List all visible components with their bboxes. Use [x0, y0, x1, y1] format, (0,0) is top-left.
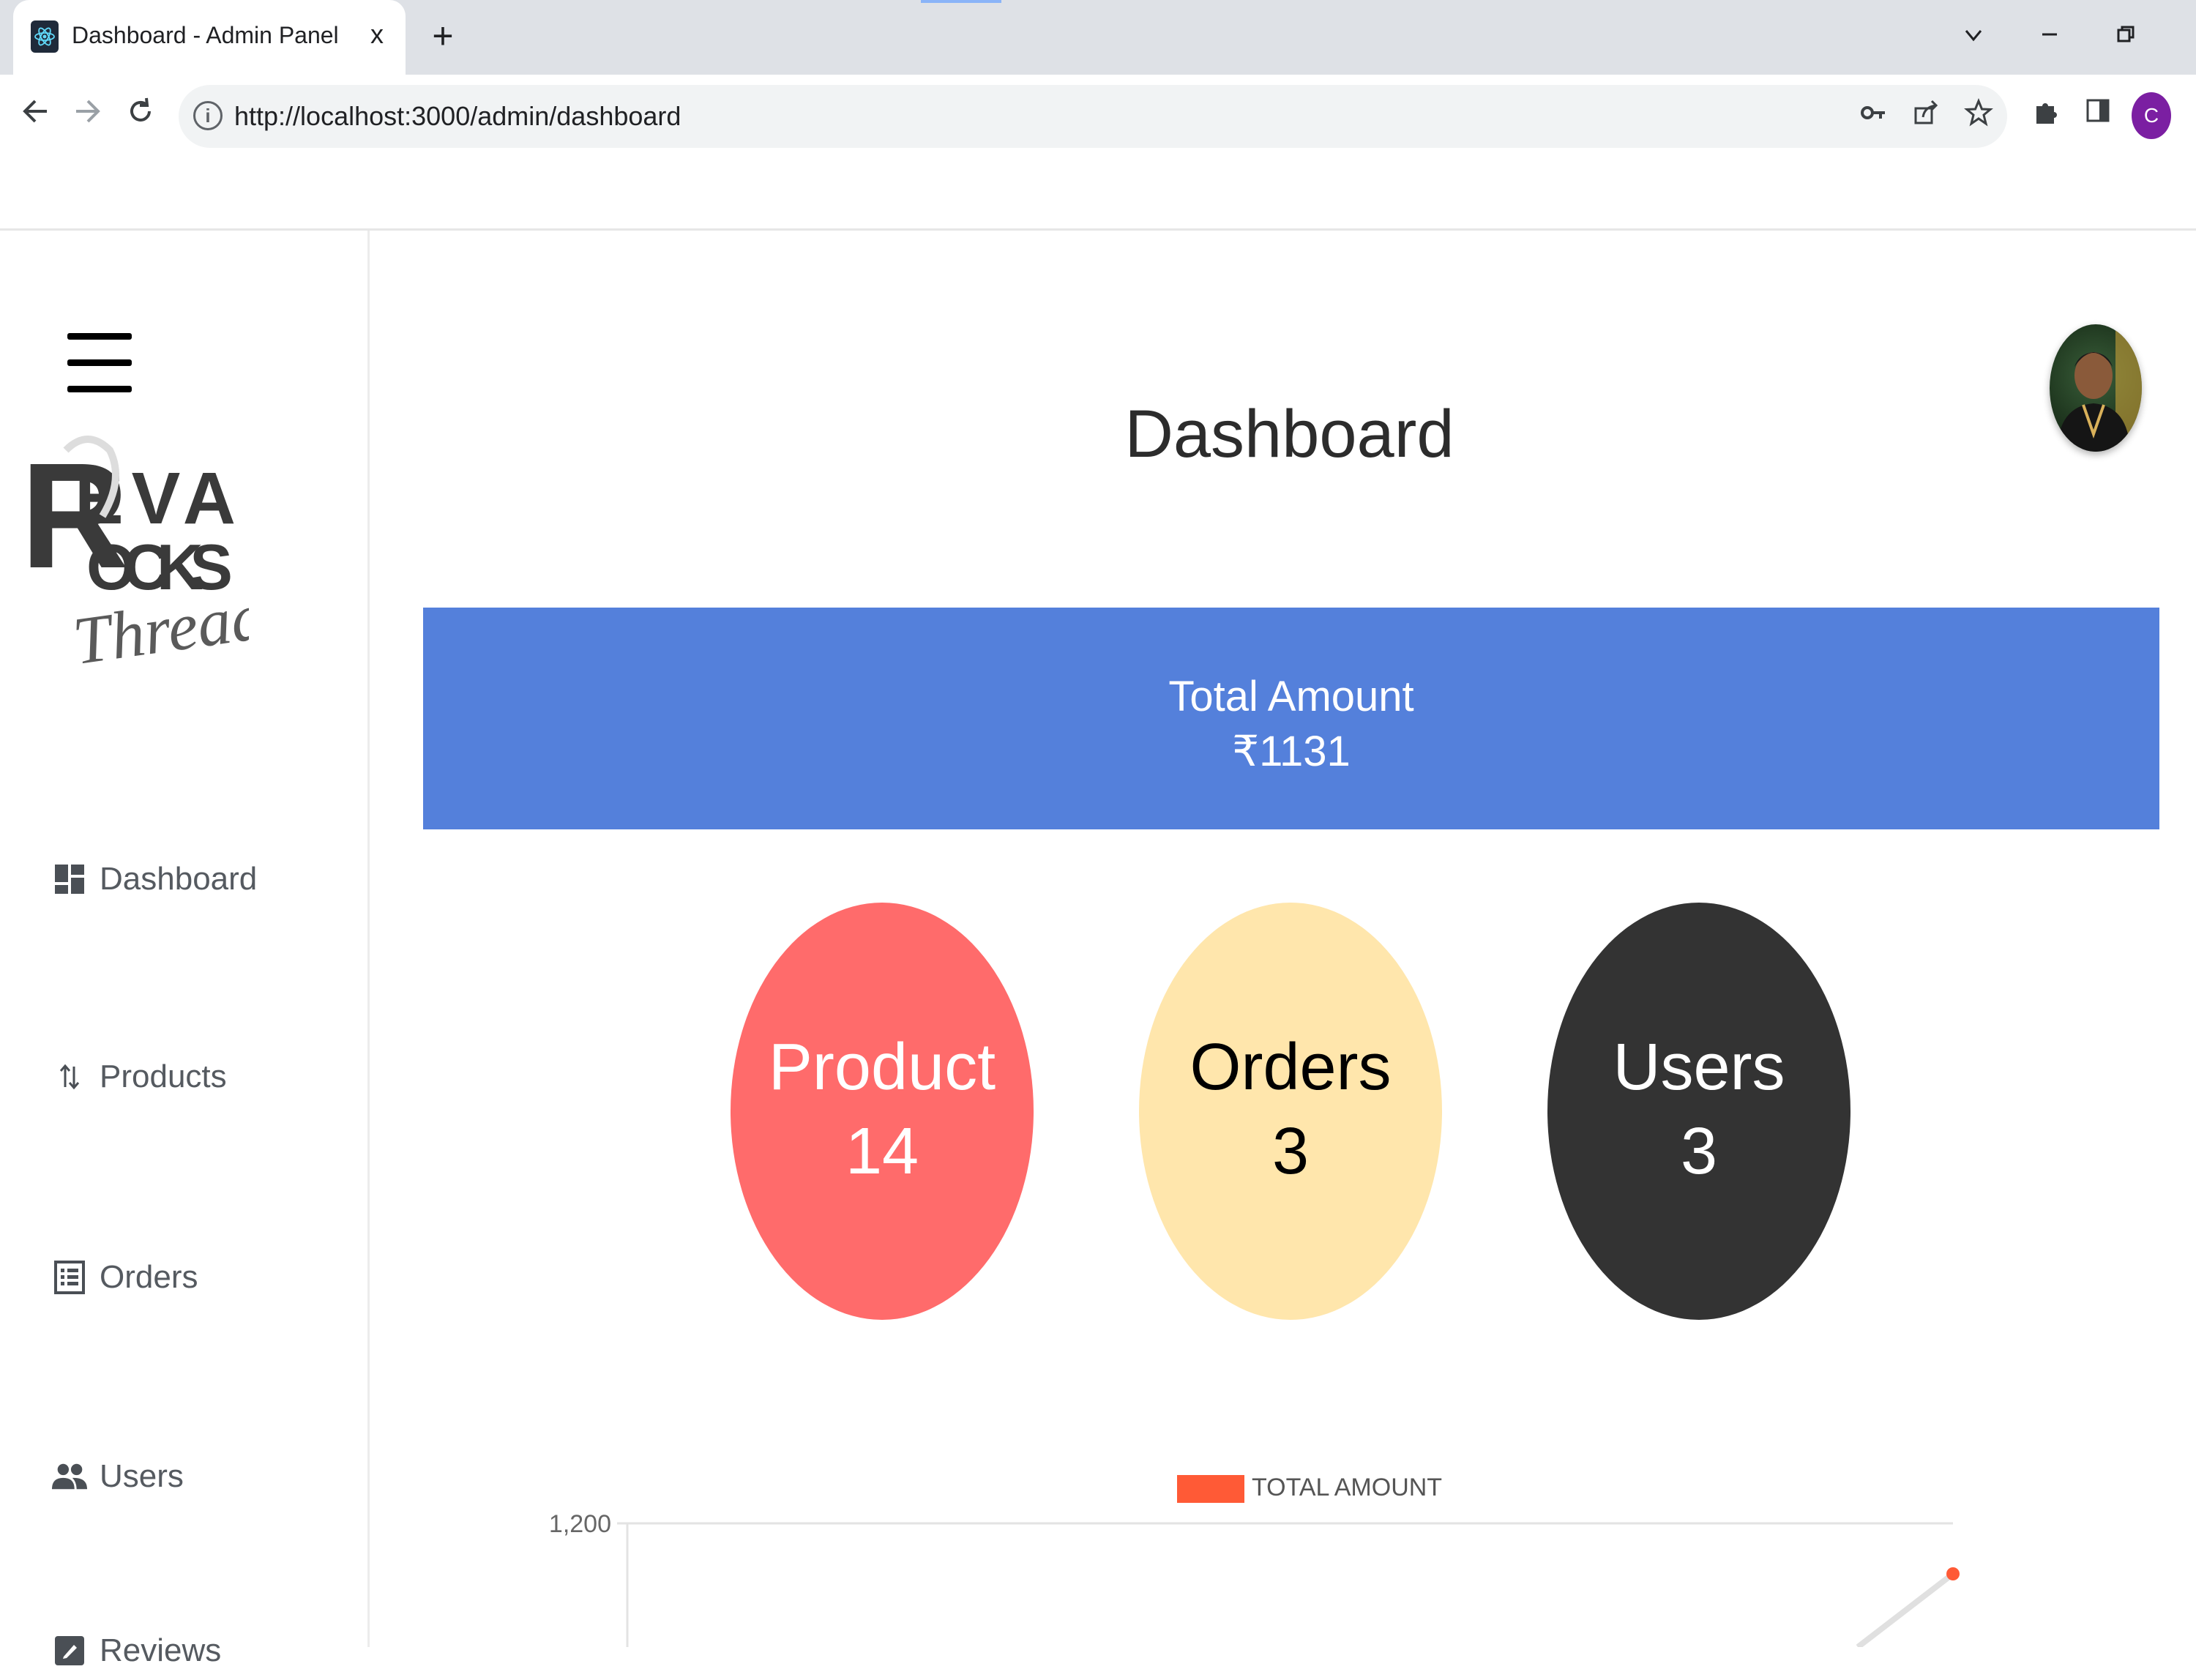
reload-icon[interactable] — [120, 95, 161, 136]
back-arrow-icon[interactable] — [15, 95, 56, 136]
stat-label: Product — [768, 1031, 996, 1104]
dashboard-icon — [51, 857, 88, 901]
list-alt-icon — [51, 1255, 88, 1299]
brand-logo: R EVA OCKS Thread — [20, 414, 270, 721]
sidebar-item-label: Reviews — [100, 1632, 222, 1668]
total-amount-line-chart: TOTAL AMOUNT 1,200 — [370, 1474, 2196, 1650]
tab-title: Dashboard - Admin Panel — [72, 22, 339, 48]
site-info-icon[interactable]: i — [193, 101, 223, 130]
main-content: Dashboard Total Amount ₹1131 Product 14 … — [370, 231, 2196, 1650]
sidebar-item-label: Dashboard — [100, 861, 258, 897]
react-favicon-icon — [31, 20, 59, 53]
sidebar-item-reviews[interactable]: Reviews — [51, 1621, 221, 1680]
legend-swatch — [1177, 1475, 1244, 1503]
hamburger-menu-icon[interactable] — [67, 326, 132, 406]
series-line — [1856, 1571, 1955, 1650]
browser-tabstrip: Dashboard - Admin Panel x + — [0, 0, 2196, 75]
rate-review-icon — [51, 1629, 88, 1673]
url-text[interactable]: http://localhost:3000/admin/dashboard — [234, 101, 681, 132]
product-count-card[interactable]: Product 14 — [731, 903, 1034, 1320]
people-icon — [51, 1455, 88, 1498]
stat-value: 3 — [1271, 1115, 1310, 1188]
sidebar-item-orders[interactable]: Orders — [51, 1248, 198, 1307]
browser-tab-active[interactable]: Dashboard - Admin Panel x — [13, 0, 406, 75]
browser-toolbar: i http://localhost:3000/admin/dashboard … — [0, 75, 2196, 160]
sidebar: R EVA OCKS Thread Dashboard Products Ord… — [0, 231, 370, 1668]
minimize-icon[interactable] — [2029, 16, 2070, 57]
tab-close-icon[interactable]: x — [362, 19, 392, 50]
forward-arrow-icon[interactable] — [67, 95, 108, 136]
tab-indicator — [921, 0, 1001, 3]
sidebar-item-products[interactable]: Products — [51, 1048, 227, 1106]
stat-value: 3 — [1680, 1115, 1718, 1188]
total-amount-label: Total Amount — [1168, 673, 1414, 720]
new-tab-button[interactable]: + — [425, 18, 461, 56]
stat-label: Orders — [1190, 1031, 1392, 1104]
tab-search-icon[interactable] — [1953, 16, 1994, 57]
address-bar[interactable]: i http://localhost:3000/admin/dashboard — [179, 85, 2007, 148]
line-chart-svg: TOTAL AMOUNT 1,200 — [549, 1474, 1960, 1650]
page-title: Dashboard — [1124, 397, 1454, 471]
sort-arrows-icon — [51, 1055, 88, 1099]
bookmark-star-icon[interactable] — [1960, 98, 1997, 135]
sidebar-item-dashboard[interactable]: Dashboard — [51, 850, 257, 908]
sidebar-item-label: Products — [100, 1059, 227, 1094]
orders-count-card[interactable]: Orders 3 — [1139, 903, 1442, 1320]
y-tick-label: 1,200 — [549, 1510, 611, 1538]
sidebar-item-label: Orders — [100, 1259, 198, 1295]
extensions-puzzle-icon[interactable] — [2025, 95, 2066, 136]
total-amount-value: ₹1131 — [1232, 728, 1351, 775]
total-amount-banner: Total Amount ₹1131 — [423, 608, 2159, 829]
svg-text:EVA: EVA — [75, 458, 236, 540]
share-icon[interactable] — [1908, 98, 1944, 135]
legend-label: TOTAL AMOUNT — [1252, 1475, 1442, 1501]
key-icon[interactable] — [1855, 98, 1891, 135]
restore-icon[interactable] — [2105, 16, 2146, 57]
users-count-card[interactable]: Users 3 — [1547, 903, 1850, 1320]
stat-label: Users — [1613, 1031, 1785, 1104]
side-panel-icon[interactable] — [2077, 95, 2118, 136]
stat-value: 14 — [845, 1115, 919, 1188]
sidebar-item-users[interactable]: Users — [51, 1447, 184, 1506]
sidebar-item-label: Users — [100, 1458, 184, 1494]
data-point — [1946, 1567, 1960, 1580]
profile-avatar[interactable]: C — [2132, 92, 2171, 139]
